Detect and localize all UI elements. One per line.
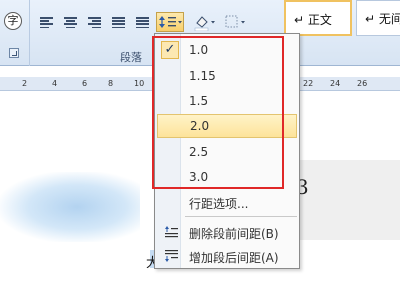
align-right-button[interactable] [84, 12, 104, 32]
option-label: 增加段后间距(A) [189, 251, 279, 265]
distributed-button[interactable] [132, 12, 152, 32]
remove-space-before-icon [165, 226, 178, 238]
blurred-region [0, 172, 140, 242]
remove-space-before-item[interactable]: 删除段前间距(B) [157, 220, 297, 244]
ruler-tick: 22 [303, 79, 314, 88]
highlight-annotation-box [152, 36, 284, 189]
ribbon-left-group: 字 [0, 0, 30, 66]
add-space-after-item[interactable]: 增加段后间距(A) [157, 244, 297, 268]
border-icon [225, 15, 245, 28]
borders-button[interactable] [222, 12, 248, 32]
ruler-tick: 26 [357, 79, 368, 88]
menu-separator [185, 216, 297, 217]
ruler-tick: 2 [22, 79, 28, 88]
style-no-spacing[interactable]: ↵ 无间 [356, 0, 400, 36]
enclose-character-icon[interactable]: 字 [4, 12, 22, 30]
ruler-tick: 24 [330, 79, 341, 88]
dialog-launcher-icon[interactable] [9, 48, 19, 58]
paint-bucket-icon [194, 16, 215, 31]
option-label: 行距选项... [189, 197, 249, 211]
align-left-button[interactable] [36, 12, 56, 32]
line-spacing-options-item[interactable]: 行距选项... [157, 190, 297, 214]
paragraph-group-label: 段落 [120, 51, 142, 64]
ruler-tick: 10 [134, 79, 145, 88]
option-label: 删除段前间距(B) [189, 227, 279, 241]
add-space-after-icon [165, 250, 178, 262]
style-normal[interactable]: ↵ 正文 [284, 0, 352, 36]
style-normal-label: ↵ 正文 [294, 13, 332, 27]
align-center-button[interactable] [60, 12, 80, 32]
style-no-spacing-label: ↵ 无间 [365, 12, 400, 26]
justify-button[interactable] [108, 12, 128, 32]
shading-button[interactable] [192, 12, 218, 32]
ruler-tick: 8 [108, 79, 114, 88]
line-spacing-button[interactable] [156, 12, 184, 32]
ruler-tick: 6 [82, 79, 88, 88]
ruler-tick: 4 [52, 79, 58, 88]
blurred-region-right [296, 160, 400, 240]
line-spacing-icon [159, 16, 182, 28]
